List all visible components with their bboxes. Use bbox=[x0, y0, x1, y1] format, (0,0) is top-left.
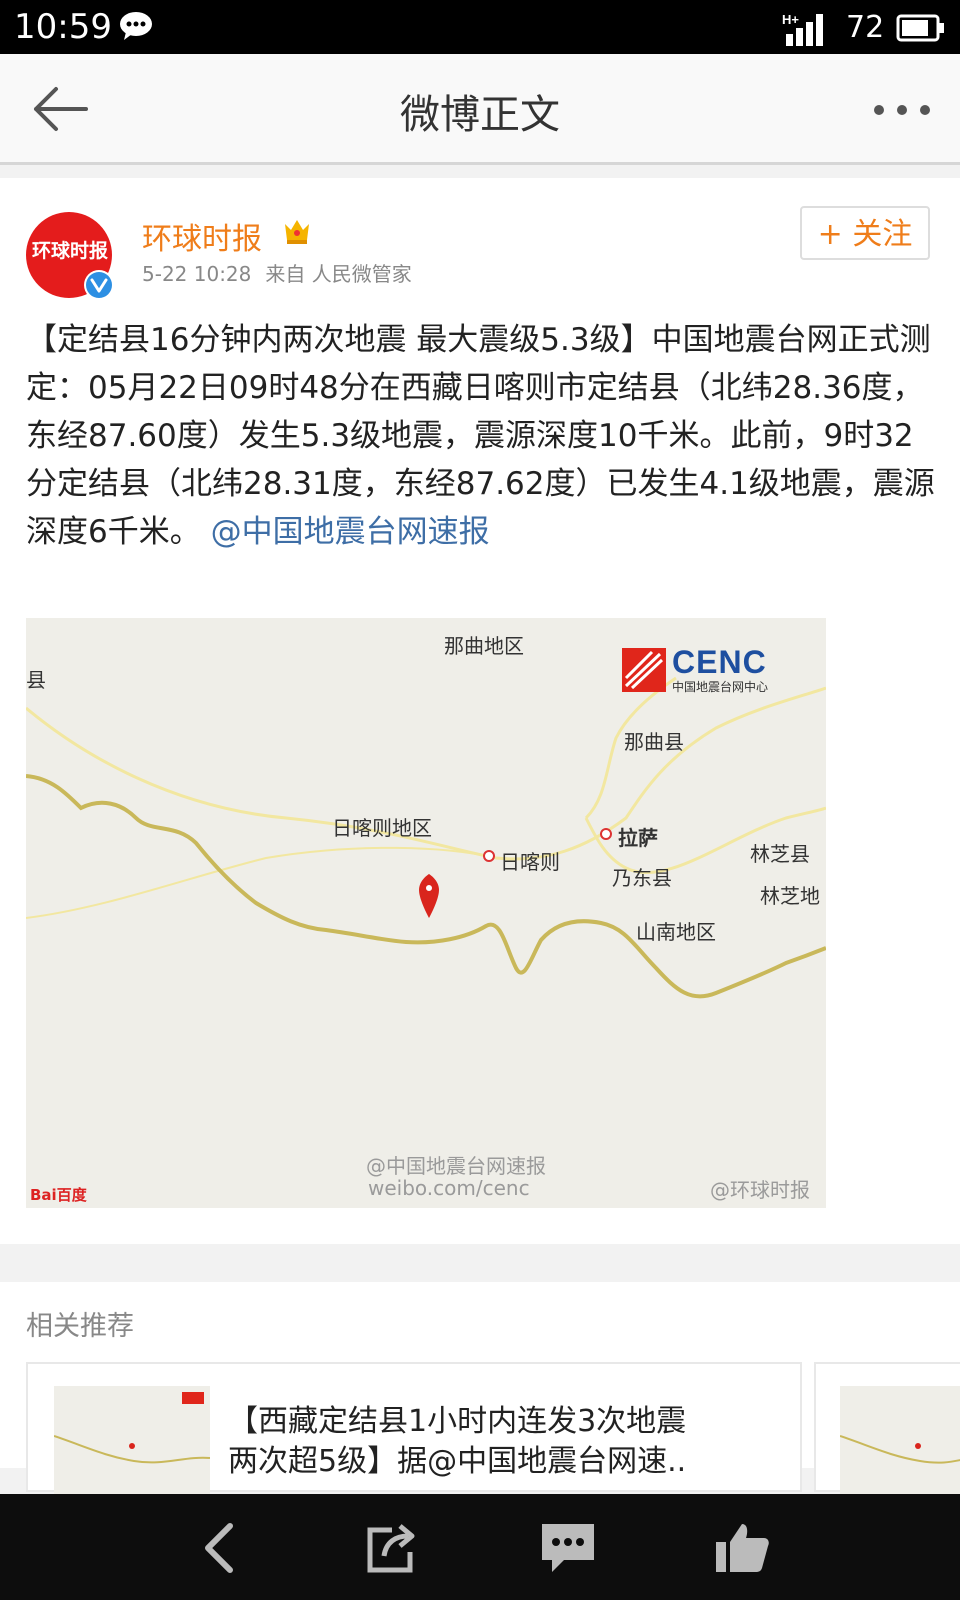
map-watermark-hqsb: @环球时报 bbox=[710, 1178, 810, 1202]
map-label-nyingchi: 林芝地 bbox=[760, 884, 820, 908]
related-section: 相关推荐 【西藏定结县1小时内连发3次地震 两次超5级】据@中国地震台网速.. bbox=[0, 1282, 960, 1494]
cenc-logo: CENC 中国地震台网中心 bbox=[622, 644, 796, 694]
map-label-naqu-region: 那曲地区 bbox=[444, 634, 524, 658]
post-image-map[interactable]: 那曲地区 县 那曲县 日喀则地区 日喀则 拉萨 乃东县 林芝县 林芝地 山南地区… bbox=[26, 618, 826, 1208]
follow-button[interactable]: + 关注 bbox=[800, 206, 930, 260]
post-time: 5-22 10:28 bbox=[142, 262, 252, 286]
map-label-naidong: 乃东县 bbox=[612, 866, 672, 890]
page-title: 微博正文 bbox=[400, 92, 560, 138]
weibo-post: 环球时报 环球时报 5-22 10:28 来自 人民微管家 + 关注 【定结县16… bbox=[0, 178, 960, 1244]
related-title: 【西藏定结县1小时内连发3次地震 两次超5级】据@中国地震台网速.. bbox=[228, 1404, 687, 1479]
related-thumbnail-next bbox=[839, 1386, 960, 1494]
related-card-next[interactable] bbox=[814, 1362, 960, 1494]
avatar[interactable]: 环球时报 bbox=[26, 212, 114, 300]
back-chevron-icon[interactable] bbox=[190, 1520, 250, 1576]
post-text: 【定结县16分钟内两次地震 最大震级5.3级】中国地震台网正式测定：05月22日… bbox=[26, 316, 936, 556]
battery-percent: 72 bbox=[846, 10, 885, 45]
map-watermark-url: weibo.com/cenc bbox=[368, 1176, 530, 1200]
map-label-naqu-county: 那曲县 bbox=[624, 730, 684, 754]
avatar-logo: 环球时报 bbox=[32, 240, 109, 262]
map-watermark-cenc: @中国地震台网速报 bbox=[366, 1154, 546, 1178]
map-label-left-county: 县 bbox=[26, 668, 46, 692]
more-dots-icon[interactable] bbox=[872, 102, 932, 116]
comment-icon[interactable] bbox=[538, 1520, 598, 1576]
cenc-logo-text: CENC bbox=[672, 644, 767, 680]
like-icon[interactable] bbox=[712, 1520, 772, 1576]
verified-badge-icon bbox=[84, 270, 114, 300]
cenc-mark-icon bbox=[622, 648, 666, 692]
cenc-logo-subtitle: 中国地震台网中心 bbox=[672, 680, 769, 694]
crown-icon bbox=[282, 216, 312, 250]
related-card[interactable]: 【西藏定结县1小时内连发3次地震 两次超5级】据@中国地震台网速.. bbox=[26, 1362, 802, 1494]
share-icon[interactable] bbox=[362, 1520, 422, 1576]
baidu-logo: Bai百度 bbox=[30, 1186, 87, 1204]
mention-link[interactable]: @中国地震台网速报 bbox=[211, 514, 490, 550]
related-header: 相关推荐 bbox=[26, 1311, 134, 1342]
svg-text:H+: H+ bbox=[782, 12, 799, 27]
post-meta: 5-22 10:28 来自 人民微管家 bbox=[142, 258, 412, 287]
map-label-nyingchi-county: 林芝县 bbox=[750, 842, 810, 866]
related-thumbnail bbox=[54, 1386, 210, 1494]
map-label-shigatse: 日喀则 bbox=[500, 850, 560, 874]
map-drawing bbox=[26, 618, 826, 1208]
map-label-shannan: 山南地区 bbox=[636, 920, 716, 944]
map-label-shigatse-region: 日喀则地区 bbox=[332, 816, 432, 840]
author-name[interactable]: 环球时报 bbox=[142, 214, 262, 258]
signal-icon: H+ bbox=[782, 12, 836, 50]
status-bar: 10:59 H+ 72 bbox=[0, 0, 960, 54]
bottom-toolbar bbox=[0, 1494, 960, 1600]
map-label-lhasa: 拉萨 bbox=[618, 826, 658, 850]
post-source: 来自 人民微管家 bbox=[265, 262, 412, 286]
chat-icon bbox=[118, 10, 154, 46]
status-time: 10:59 bbox=[14, 7, 112, 47]
title-bar: 微博正文 bbox=[0, 54, 960, 165]
battery-icon bbox=[896, 14, 946, 46]
